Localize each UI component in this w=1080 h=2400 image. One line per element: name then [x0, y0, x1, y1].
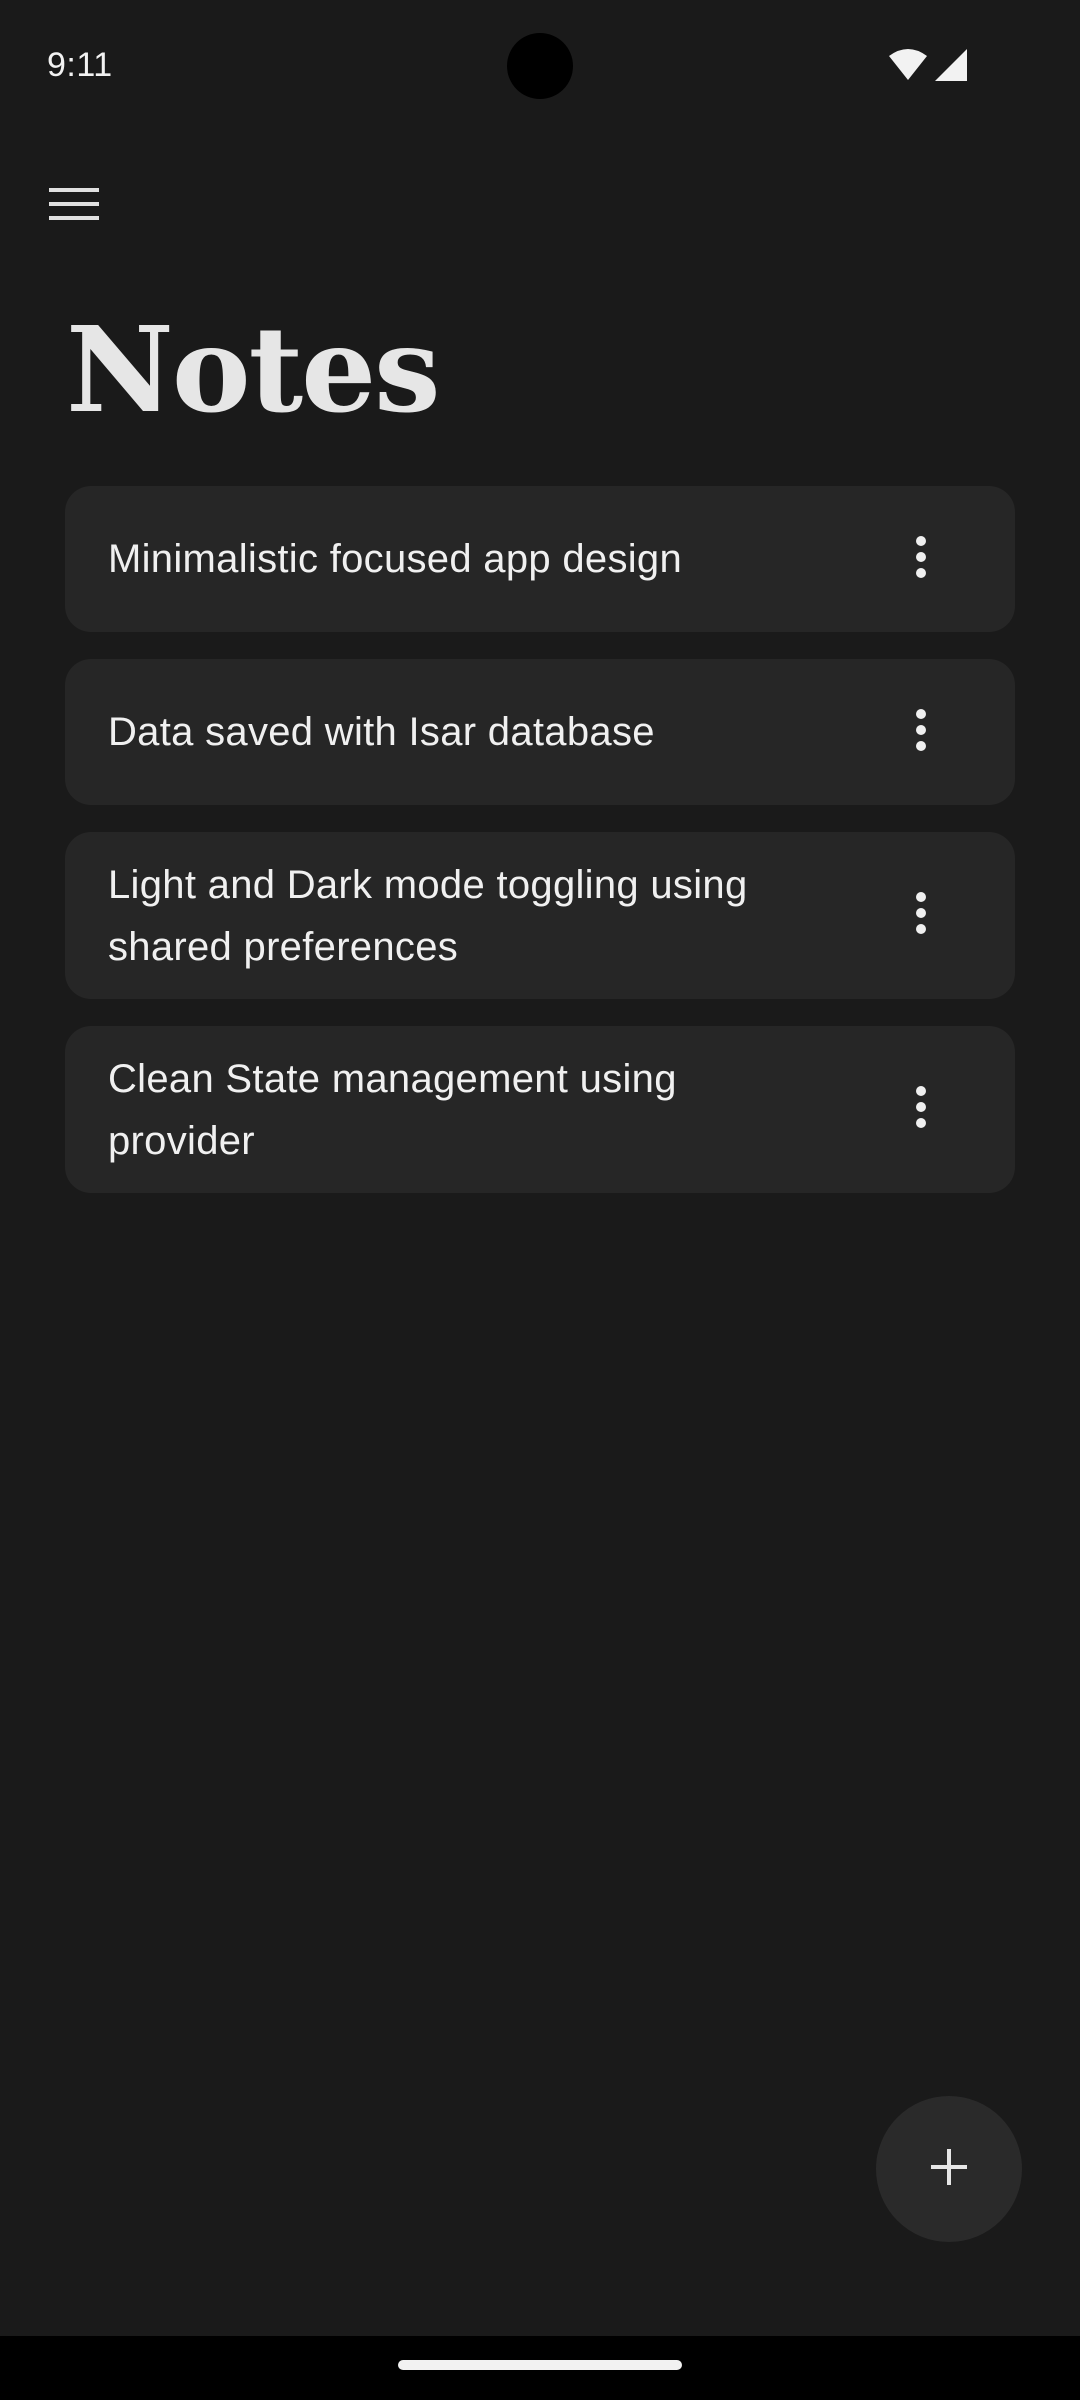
note-more-button[interactable]: [891, 697, 951, 767]
menu-button[interactable]: [36, 168, 112, 244]
add-note-button[interactable]: [876, 2096, 1022, 2242]
more-vertical-icon: [915, 535, 927, 584]
more-vertical-icon: [915, 708, 927, 757]
notes-list: Minimalistic focused app design Data sav…: [65, 486, 1015, 1220]
note-text: Light and Dark mode toggling using share…: [108, 862, 748, 969]
more-vertical-icon: [915, 891, 927, 940]
hamburger-menu-icon: [49, 186, 99, 227]
plus-icon: [929, 2147, 969, 2192]
note-card[interactable]: Minimalistic focused app design: [65, 486, 1015, 632]
note-card[interactable]: Data saved with Isar database: [65, 659, 1015, 805]
note-text: Minimalistic focused app design: [108, 537, 683, 581]
note-text: Data saved with Isar database: [108, 710, 655, 754]
note-more-button[interactable]: [891, 524, 951, 594]
status-icons: [888, 48, 968, 82]
camera-cutout: [507, 33, 573, 99]
note-card[interactable]: Light and Dark mode toggling using share…: [65, 832, 1015, 999]
note-more-button[interactable]: [891, 1075, 951, 1145]
gesture-nav-bar: [0, 2336, 1080, 2400]
wifi-icon: [888, 48, 928, 82]
more-vertical-icon: [915, 1085, 927, 1134]
status-bar: 9:11: [0, 0, 1080, 130]
cellular-signal-icon: [934, 48, 968, 82]
note-more-button[interactable]: [891, 881, 951, 951]
home-gesture-handle[interactable]: [398, 2360, 682, 2370]
status-time: 9:11: [47, 46, 113, 84]
note-text: Clean State management using provider: [108, 1056, 677, 1163]
notes-screen: 9:11 Notes Minimalistic focused app desi…: [0, 0, 1080, 2400]
note-card[interactable]: Clean State management using provider: [65, 1026, 1015, 1193]
page-title: Notes: [66, 300, 441, 439]
